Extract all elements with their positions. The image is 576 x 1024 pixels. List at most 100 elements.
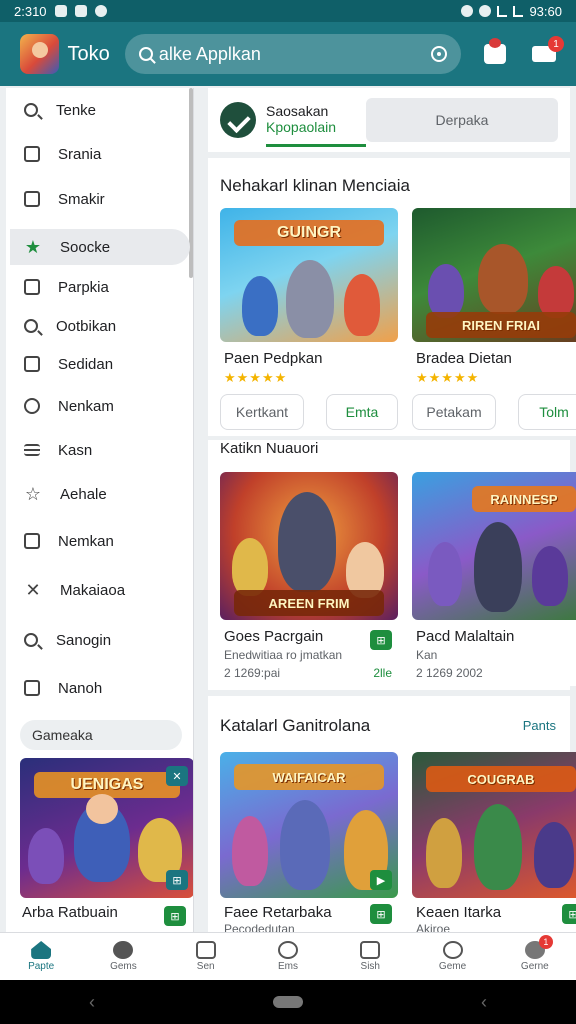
drawer-item-7[interactable]: Nenkam — [10, 388, 190, 424]
card-button[interactable]: Petakam — [412, 394, 496, 430]
drawer-item-2[interactable]: Smakir — [10, 181, 190, 217]
chat-notification-icon — [94, 5, 107, 17]
cart-button[interactable]: 1 — [528, 36, 565, 70]
gift-icon — [483, 38, 506, 64]
bottom-nav-apps[interactable]: Sen — [165, 933, 247, 980]
install-icon[interactable]: ⊞ — [370, 630, 392, 650]
drawer-item-label: Nenkam — [58, 397, 114, 415]
drawer-item-label: Nemkan — [58, 532, 114, 550]
game-subtitle: Enedwitiaa ro jmatkan — [224, 648, 343, 662]
list-icon — [24, 444, 40, 456]
game-name: Faee Retarbaka — [224, 904, 332, 921]
section-more-link[interactable]: Pants — [523, 718, 556, 733]
search-icon — [24, 103, 38, 117]
bottom-nav-search[interactable]: Ems — [247, 933, 329, 980]
drawer-item-label: Parpkia — [58, 278, 109, 296]
drawer-chip[interactable]: Gameaka — [20, 720, 182, 750]
voice-search-icon[interactable] — [430, 46, 447, 62]
tab-active-line2: Kpopaolain — [266, 118, 337, 135]
drawer-item-label: Sanogin — [56, 631, 112, 649]
game-hero — [474, 522, 522, 612]
gift-button[interactable] — [479, 38, 511, 70]
game-sidekick — [428, 264, 464, 318]
game-card[interactable]: GUINGR Paen Pedpkan ★★★★★ Kertkant Emta — [220, 208, 398, 436]
bag-icon — [24, 191, 40, 207]
card-button-secondary[interactable]: Tolm — [518, 394, 576, 430]
install-icon[interactable]: ⊞ — [164, 906, 186, 926]
home-pill-icon[interactable] — [273, 996, 303, 1008]
section-new: Katikn Nuauori AREEN FRIM Goes Pacrgain … — [208, 440, 576, 690]
drawer-item-6[interactable]: Sedidan — [10, 346, 190, 382]
drawer-item-11[interactable]: ✕ Makaiaoa — [10, 572, 190, 608]
game-card[interactable]: AREEN FRIM Goes Pacrgain Enedwitiaa ro j… — [220, 472, 398, 686]
section-recommended: Nehakarl klinan Menciaia GUINGR Paen Ped… — [208, 158, 576, 436]
game-name: Keaen Itarka — [416, 904, 502, 921]
drawer-game-card[interactable]: UENIGAS ⊞ ✕ Arba Ratbuain ⊞ — [20, 758, 193, 932]
bottom-nav-profile[interactable]: 1 Gerne — [494, 933, 576, 980]
drawer-item-3[interactable]: ★ Soocke — [10, 229, 190, 265]
bottom-nav-label: Ems — [277, 961, 298, 972]
drawer-item-5[interactable]: Ootbikan — [10, 308, 190, 344]
drawer-item-label: Smakir — [58, 190, 105, 208]
drawer-item-13[interactable]: Nanoh — [10, 670, 190, 706]
game-art: WAIFAICAR ▶ — [220, 752, 398, 898]
bottom-nav-explore[interactable]: Geme — [411, 933, 493, 980]
tools-icon: ✕ — [25, 580, 41, 600]
game-card[interactable]: RIREN FRIAI Bradea Dietan ★★★★★ Petakam … — [412, 208, 576, 436]
game-card[interactable]: RAINNESP Pacd Malaltain Kan 2 1269 2002 — [412, 472, 576, 686]
drawer-item-1[interactable]: Srania — [10, 136, 190, 172]
app-logo[interactable] — [20, 34, 60, 74]
game-card[interactable]: WAIFAICAR ▶ Faee Retarbaka Pecodedutan ⊞ — [220, 752, 398, 932]
game-art: UENIGAS ⊞ ✕ — [20, 758, 193, 898]
game-subtitle: Kan — [416, 648, 438, 662]
drawer-item-label: Soocke — [60, 238, 111, 256]
search-icon — [138, 47, 153, 61]
status-right-text: 93:60 — [529, 3, 562, 19]
bottom-nav-camera[interactable]: Sish — [329, 933, 411, 980]
drawer-item-12[interactable]: Sanogin — [10, 622, 190, 658]
tab-active[interactable]: Saosakan Kpopaolain — [266, 93, 366, 147]
tab-active-line1: Saosakan — [266, 102, 329, 119]
drawer-item-label: Nanoh — [58, 679, 103, 697]
mail-icon — [74, 5, 87, 17]
game-meta: 2 1269 2002 — [416, 666, 483, 680]
game-card[interactable]: COUGRAB Keaen Itarka Akiroe ⊞ — [412, 752, 576, 932]
drawer-item-10[interactable]: Nemkan — [10, 523, 190, 559]
bottom-nav-home[interactable]: Papte — [0, 933, 82, 980]
search-icon — [24, 633, 38, 647]
game-subtitle: Pecodedutan — [224, 922, 295, 932]
install-icon[interactable]: ⊞ — [370, 904, 392, 924]
signal-icon-2 — [513, 5, 524, 17]
game-hero — [280, 800, 330, 890]
card-button-secondary[interactable]: Emta — [326, 394, 398, 430]
drawer-item-9[interactable]: ☆ Aehale — [10, 476, 190, 512]
drawer-item-label: Tenke — [56, 101, 97, 119]
chart-icon — [24, 146, 40, 162]
back-icon[interactable]: ‹ — [89, 992, 95, 1013]
game-badge-icon: ⊞ — [166, 870, 188, 890]
drawer-item-8[interactable]: Kasn — [10, 432, 190, 468]
bottom-nav-label: Papte — [28, 961, 55, 972]
search-icon — [442, 941, 463, 959]
install-icon[interactable]: ⊞ — [562, 904, 576, 924]
tab-inactive[interactable]: Derpaka — [366, 98, 558, 142]
status-time: 2:310 — [14, 3, 47, 19]
drawer-item-0[interactable]: Tenke — [10, 92, 190, 128]
main-content: Saosakan Kpopaolain Derpaka Nehakarl kli… — [206, 88, 576, 932]
game-name: Bradea Dietan — [416, 350, 512, 367]
navigation-drawer: Tenke Srania Smakir ★ Soocke Parpkia Oot… — [6, 88, 194, 932]
section-categories: Katalarl Ganitrolana Pants WAIFAICAR ▶ F… — [208, 696, 576, 932]
drawer-item-label: Kasn — [58, 441, 93, 459]
drawer-item-4[interactable]: Parpkia — [10, 269, 190, 305]
game-hero — [278, 492, 336, 592]
bottom-nav-games[interactable]: Gems — [82, 933, 164, 980]
drawer-item-label: Ootbikan — [56, 317, 117, 335]
search-icon — [277, 941, 298, 959]
play-icon[interactable]: ▶ — [370, 870, 392, 890]
back-icon-2[interactable]: ‹ — [481, 992, 487, 1013]
app-title: Toko — [67, 42, 110, 65]
search-input[interactable]: alke Applkan — [124, 34, 461, 74]
card-button[interactable]: Kertkant — [220, 394, 304, 430]
signal-icon — [497, 5, 508, 17]
window-icon — [195, 941, 216, 959]
